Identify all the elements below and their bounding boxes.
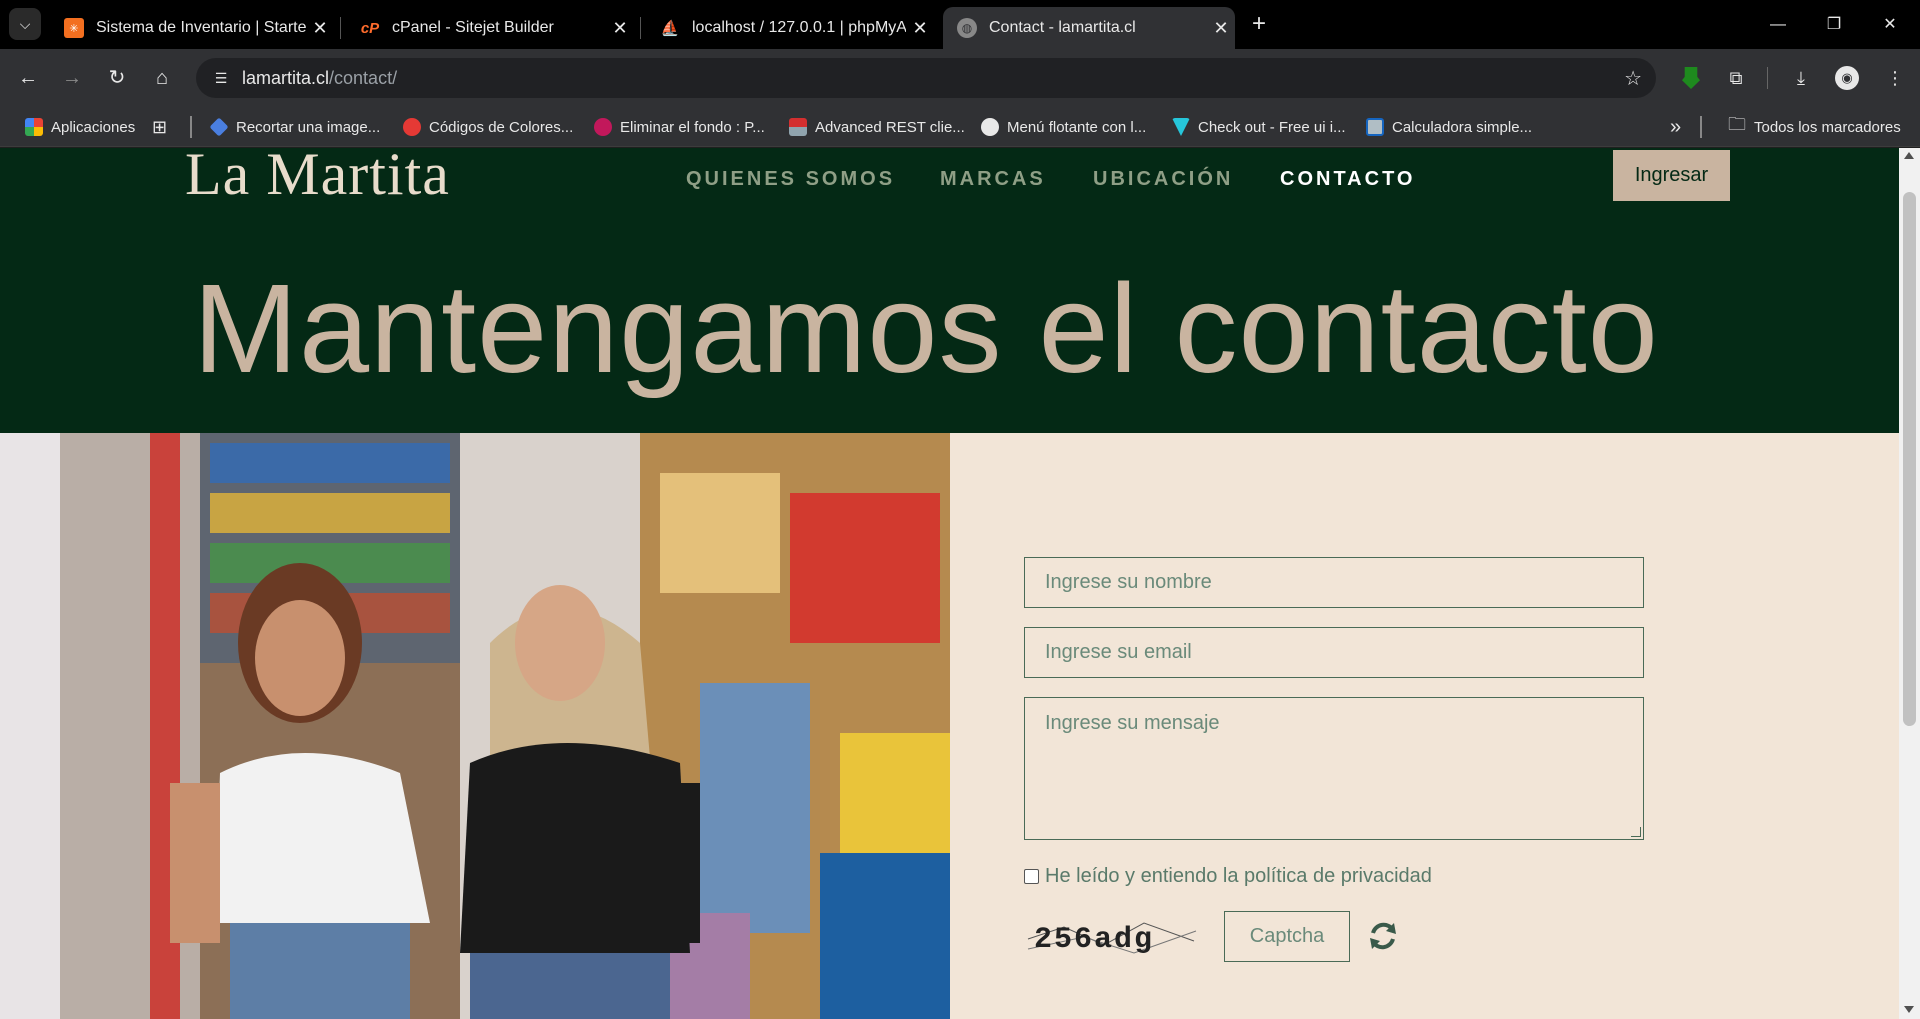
apps-grid-icon <box>25 118 43 136</box>
close-tab-icon[interactable]: ✕ <box>906 18 934 39</box>
bookmarks-bar: Aplicaciones ⊞ Recortar una image... Cód… <box>0 107 1920 147</box>
page-title: Mantengamos el contacto <box>193 258 1659 399</box>
calculator-icon <box>1366 118 1384 136</box>
url-text[interactable]: lamartita.cl/contact/ <box>242 68 397 89</box>
bookmark-apps[interactable]: Aplicaciones <box>25 107 135 147</box>
nav-marcas[interactable]: MARCAS <box>940 168 1046 191</box>
tab-phpmyadmin[interactable]: ⛵ localhost / 127.0.0.1 | phpMyAd ✕ <box>646 7 934 49</box>
reload-button[interactable]: ↻ <box>102 63 132 93</box>
back-button[interactable]: ← <box>13 63 43 93</box>
bookmark-calculadora[interactable]: Calculadora simple... <box>1366 107 1532 147</box>
close-tab-icon[interactable]: ✕ <box>1207 18 1235 39</box>
vuetify-icon <box>1172 118 1190 136</box>
close-tab-icon[interactable]: ✕ <box>306 18 334 39</box>
globe-favicon-icon: ◍ <box>957 18 977 38</box>
captcha-input[interactable]: Captcha <box>1224 911 1350 962</box>
resize-handle[interactable] <box>1631 827 1641 837</box>
globe-icon <box>981 118 999 136</box>
home-button[interactable]: ⌂ <box>147 63 177 93</box>
scroll-down-icon[interactable] <box>1904 1006 1914 1013</box>
tab-strip: ⌵ ✳ Sistema de Inventario | Starter ✕ cP… <box>0 0 1920 49</box>
extension-shield-icon[interactable] <box>1676 63 1706 93</box>
download-icon[interactable]: ⤓ <box>1786 63 1816 93</box>
xampp-favicon-icon: ✳ <box>64 18 84 38</box>
captcha-image: 256adg <box>1024 909 1200 961</box>
name-input[interactable]: Ingrese su nombre <box>1024 557 1644 608</box>
minimize-button[interactable]: — <box>1750 0 1806 49</box>
browser-toolbar: ← → ↻ ⌂ ☰ lamartita.cl/contact/ ☆ ⧉ ⤓ ⋮ <box>0 49 1920 107</box>
bookmark-colores[interactable]: Códigos de Colores... <box>403 107 573 147</box>
toolbar-divider <box>1767 67 1768 89</box>
store-photo <box>0 433 950 1019</box>
address-bar[interactable]: ☰ lamartita.cl/contact/ ☆ <box>196 58 1656 98</box>
email-input[interactable]: Ingrese su email <box>1024 627 1644 678</box>
close-tab-icon[interactable]: ✕ <box>606 18 634 39</box>
bookmark-star-icon[interactable]: ☆ <box>1624 66 1642 91</box>
tab-divider <box>340 17 341 39</box>
nav-contacto[interactable]: CONTACTO <box>1280 168 1415 191</box>
bookmarks-overflow-icon[interactable]: » <box>1670 107 1681 147</box>
close-window-button[interactable]: ✕ <box>1862 0 1918 49</box>
contact-form: Ingrese su nombre Ingrese su email Ingre… <box>950 433 1899 1019</box>
privacy-consent: He leído y entiendo la política de priva… <box>1024 865 1432 888</box>
captcha-code: 256adg <box>1034 923 1154 957</box>
bookmark-eliminar-fondo[interactable]: Eliminar el fondo : P... <box>594 107 765 147</box>
extensions-puzzle-icon[interactable]: ⧉ <box>1721 63 1751 93</box>
captcha-noise-icon: 256adg <box>1024 909 1200 961</box>
tab-groups-icon[interactable]: ⊞ <box>152 107 167 147</box>
tab-search-button[interactable]: ⌵ <box>9 8 41 40</box>
bookmark-free-ui[interactable]: Check out - Free ui i... <box>1172 107 1346 147</box>
bookmark-menu-flotante[interactable]: Menú flotante con l... <box>981 107 1146 147</box>
heart-icon <box>209 117 229 137</box>
folder-icon: 🗀 <box>1728 114 1746 134</box>
restore-button[interactable]: ❐ <box>1806 0 1862 49</box>
removebg-icon <box>594 118 612 136</box>
store-photo-illustration <box>0 433 950 1019</box>
bookmark-divider <box>1700 116 1702 138</box>
tab-inventario[interactable]: ✳ Sistema de Inventario | Starter ✕ <box>50 7 334 49</box>
page-scrollbar[interactable] <box>1899 148 1920 1019</box>
refresh-captcha-icon[interactable] <box>1366 919 1400 953</box>
bookmark-recortar[interactable]: Recortar una image... <box>209 107 380 147</box>
bookmark-divider <box>190 116 192 138</box>
new-tab-button[interactable]: + <box>1244 9 1274 39</box>
forward-button[interactable]: → <box>57 63 87 93</box>
privacy-checkbox[interactable] <box>1024 869 1039 884</box>
site-info-icon[interactable]: ☰ <box>210 67 232 89</box>
scrollbar-thumb[interactable] <box>1903 192 1916 726</box>
nav-quienes-somos[interactable]: QUIENES SOMOS <box>686 168 895 191</box>
scroll-up-icon[interactable] <box>1904 152 1914 159</box>
menu-kebab-icon[interactable]: ⋮ <box>1880 63 1910 93</box>
message-textarea[interactable]: Ingrese su mensaje <box>1024 697 1644 840</box>
phpmyadmin-favicon-icon: ⛵ <box>660 20 680 37</box>
cpanel-favicon-icon: cP <box>360 19 380 37</box>
profile-avatar[interactable]: ◉ <box>1835 66 1859 90</box>
nav-ubicacion[interactable]: UBICACIÓN <box>1093 168 1233 191</box>
bookmark-rest-client[interactable]: Advanced REST clie... <box>789 107 965 147</box>
color-icon <box>403 118 421 136</box>
site-logo[interactable]: La Martita <box>185 148 450 209</box>
tab-cpanel[interactable]: cP cPanel - Sitejet Builder ✕ <box>346 7 634 49</box>
rest-icon <box>789 118 807 136</box>
tab-contact[interactable]: ◍ Contact - lamartita.cl ✕ <box>943 7 1235 49</box>
hero-section: La Martita QUIENES SOMOS MARCAS UBICACIÓ… <box>0 148 1899 433</box>
all-bookmarks-folder[interactable]: 🗀 Todos los marcadores <box>1728 107 1901 147</box>
tab-divider <box>640 17 641 39</box>
page-viewport: La Martita QUIENES SOMOS MARCAS UBICACIÓ… <box>0 148 1920 1019</box>
login-button[interactable]: Ingresar <box>1613 150 1730 201</box>
